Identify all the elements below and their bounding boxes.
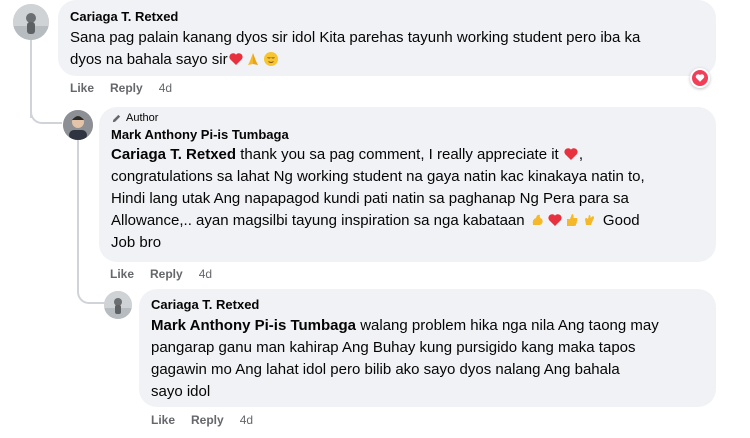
comment-text: Mark Anthony Pi-is Tumbaga walang proble…	[151, 315, 704, 403]
comment-text-line: Sana pag palain kanang dyos sir idol Kit…	[70, 29, 641, 46]
comment-actions: Like Reply 4d	[70, 81, 172, 95]
like-button[interactable]: Like	[70, 81, 94, 95]
comment-bubble: Author Mark Anthony Pi-is Tumbaga Cariag…	[99, 107, 716, 262]
timestamp[interactable]: 4d	[159, 81, 172, 95]
avatar[interactable]	[104, 291, 132, 319]
comment-author[interactable]: Cariaga T. Retxed	[70, 9, 704, 24]
comment-text-line: Job bro	[111, 234, 162, 251]
red-heart-emoji-icon	[564, 148, 578, 160]
thread-line-reply	[77, 136, 79, 286]
author-badge-label: Author	[126, 112, 159, 124]
thread-curve-1	[30, 100, 62, 124]
comment-actions: Like Reply 4d	[110, 267, 212, 281]
avatar[interactable]	[63, 110, 93, 140]
comment-text-line: walang problem hika nga nila Ang taong m…	[356, 317, 659, 334]
red-heart-emoji-icon	[229, 53, 243, 65]
timestamp[interactable]: 4d	[240, 413, 253, 427]
comment-text-line: Hindi lang utak Ang napapagod kundi pati…	[111, 190, 629, 207]
comment-text-line: pangarap ganu man kahirap Ang Buhay kung…	[151, 339, 636, 356]
thumbs-up-emoji-icon	[566, 214, 578, 226]
reply-button[interactable]: Reply	[191, 413, 224, 427]
relieved-face-emoji-icon	[263, 52, 278, 66]
clapping-hands-emoji-icon	[584, 215, 594, 225]
comment-author[interactable]: Cariaga T. Retxed	[151, 297, 704, 312]
reply-button[interactable]: Reply	[150, 267, 183, 281]
comment-actions: Like Reply 4d	[151, 413, 253, 427]
avatar[interactable]	[13, 4, 49, 40]
reply-button[interactable]: Reply	[110, 81, 143, 95]
comment-text-line: thank you sa pag comment, I really appre…	[236, 146, 563, 163]
comment-bubble: Cariaga T. Retxed Mark Anthony Pi-is Tum…	[139, 289, 716, 407]
timestamp[interactable]: 4d	[199, 267, 212, 281]
comment-text-line: Allowance,.. ayan magsilbi tayung inspir…	[111, 212, 529, 229]
mention-link[interactable]: Cariaga T. Retxed	[111, 146, 236, 163]
comment-text-line: sayo idol	[151, 383, 211, 400]
comment-text-line: gagawin mo Ang lahat idol pero bilib ako…	[151, 361, 620, 378]
flexed-biceps-emoji-icon	[532, 214, 543, 225]
comment-text-line: congratulations sa lahat Ng working stud…	[111, 168, 645, 185]
mention-link[interactable]: Mark Anthony Pi-is Tumbaga	[151, 317, 356, 334]
like-button[interactable]: Like	[110, 267, 134, 281]
folded-hands-emoji-icon	[247, 53, 258, 65]
comment-bubble: Cariaga T. Retxed Sana pag palain kanang…	[58, 0, 716, 76]
heart-reaction-icon[interactable]	[690, 68, 710, 88]
comment-text: Cariaga T. Retxed thank you sa pag comme…	[111, 146, 645, 251]
like-button[interactable]: Like	[151, 413, 175, 427]
comment-text: Sana pag palain kanang dyos sir idol Kit…	[70, 27, 704, 71]
thread-curve-2	[77, 272, 107, 304]
comment-text-line: dyos na bahala sayo sir	[70, 51, 228, 68]
comment-text-line: Good	[598, 212, 640, 229]
comment-author[interactable]: Mark Anthony Pi-is Tumbaga	[111, 127, 704, 142]
pencil-icon	[112, 114, 121, 122]
red-heart-emoji-icon	[548, 214, 562, 226]
author-badge: Author	[111, 112, 704, 124]
